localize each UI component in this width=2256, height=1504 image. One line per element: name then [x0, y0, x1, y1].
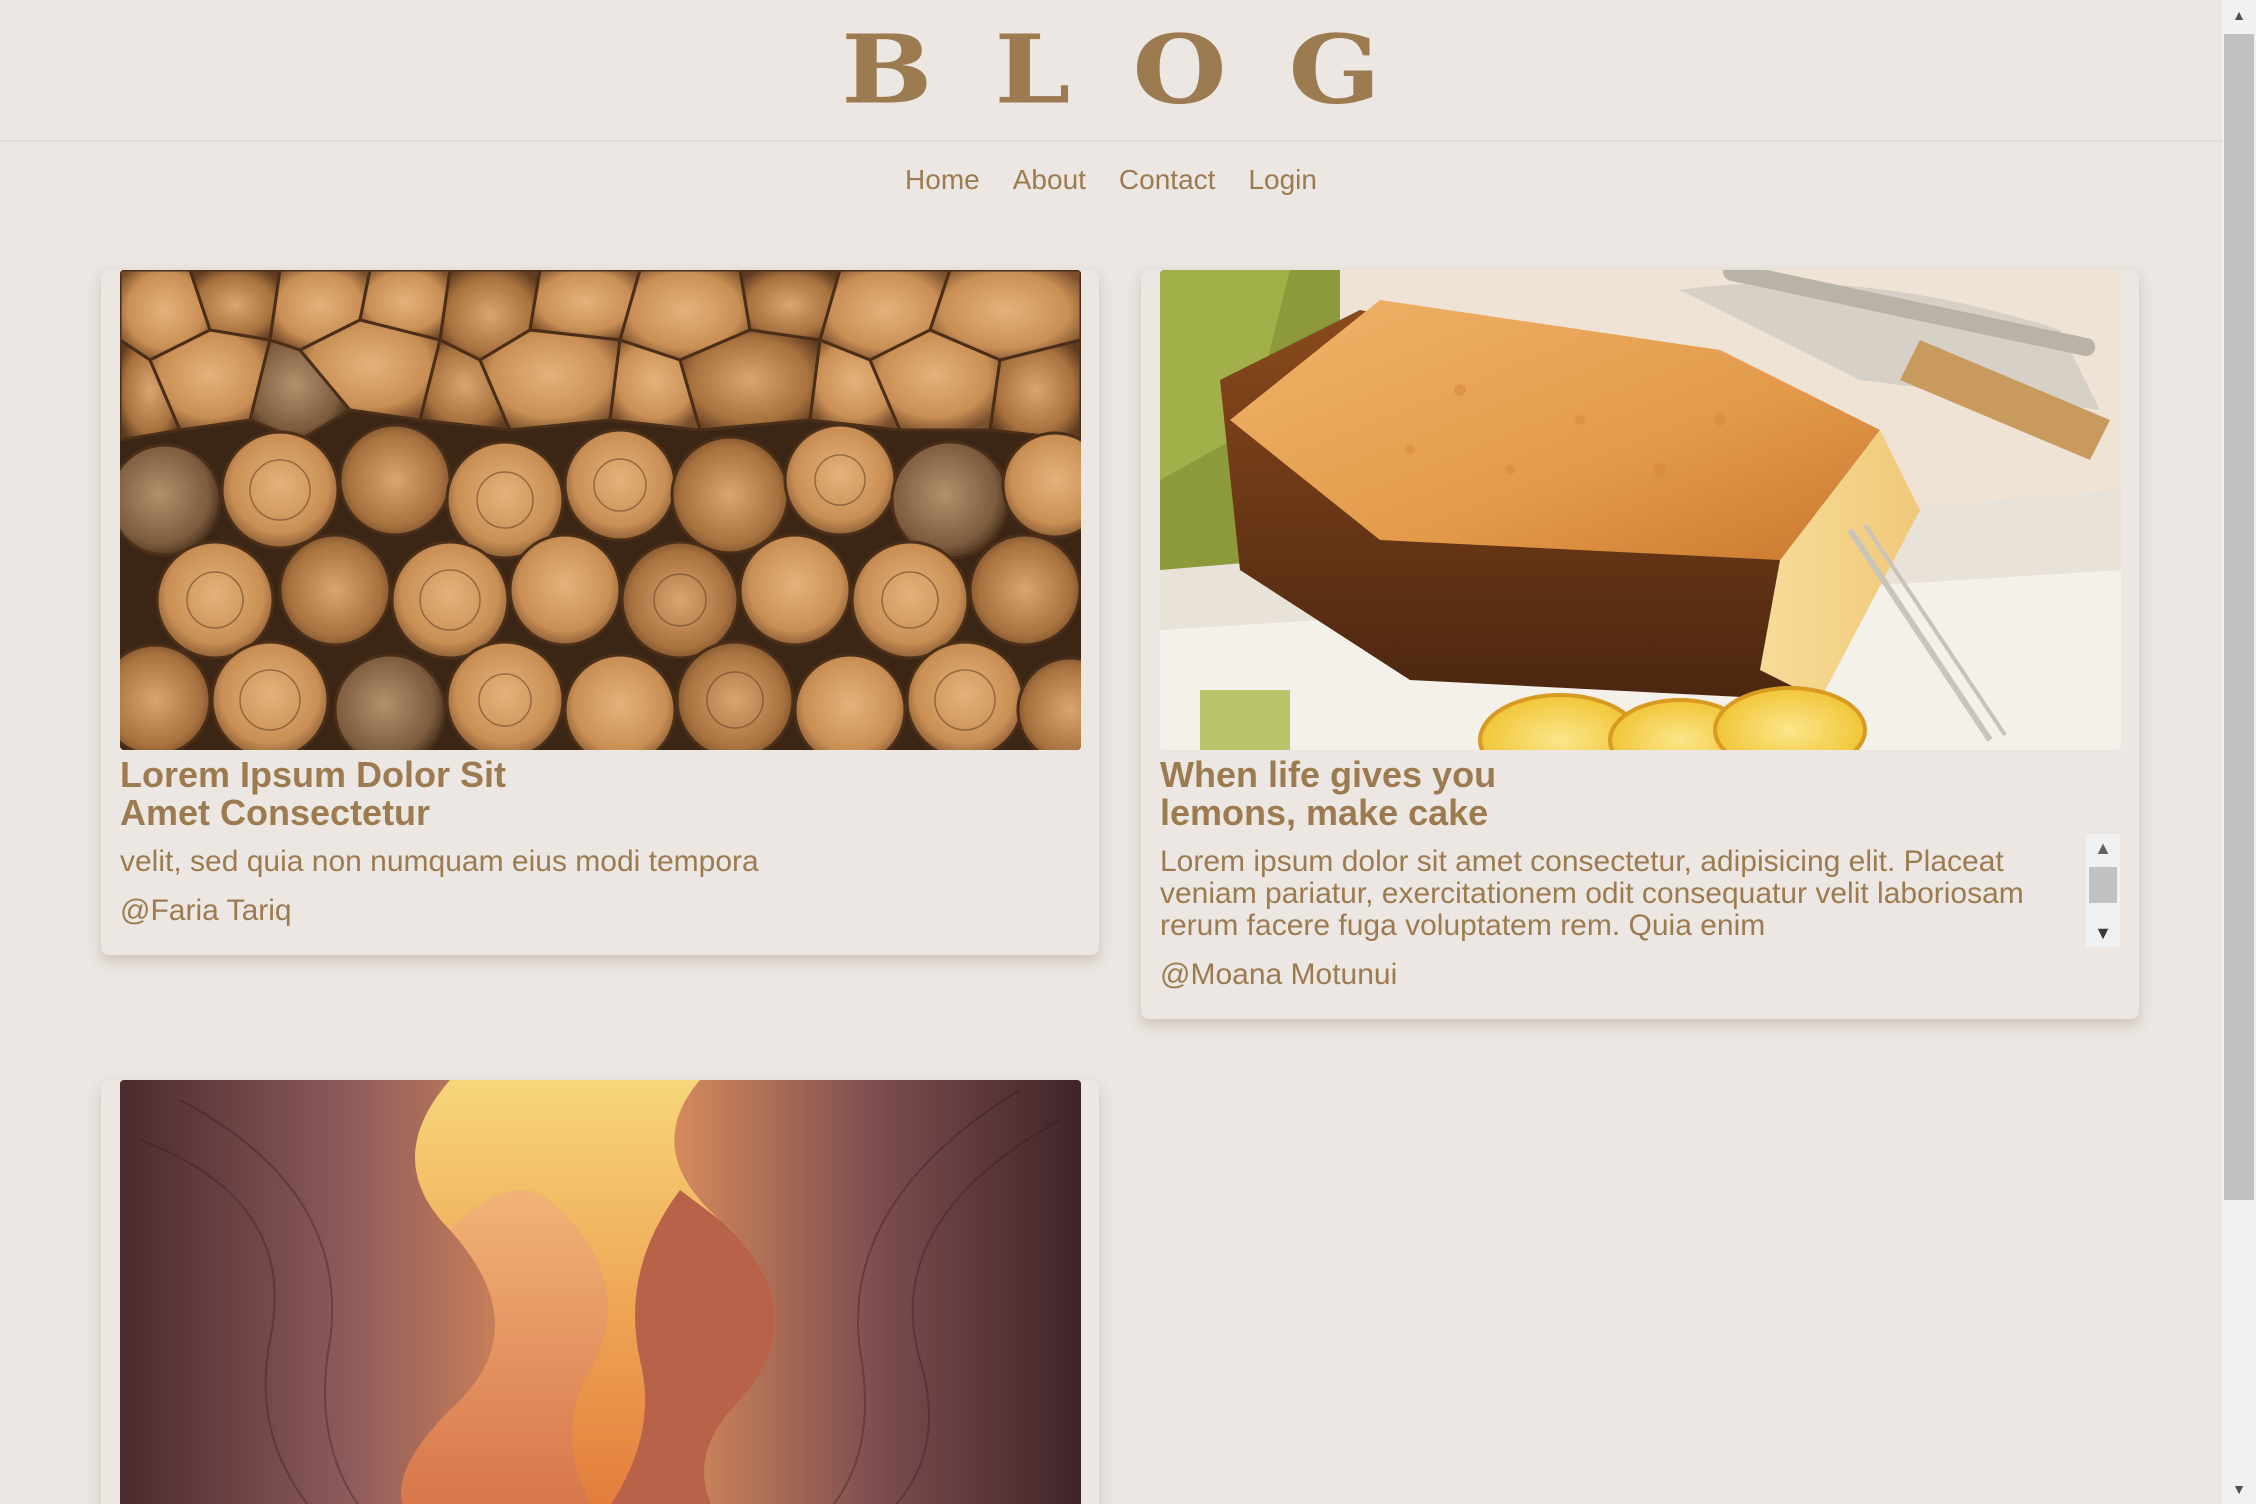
site-header: BLOG	[0, 0, 2222, 142]
nav-link-contact[interactable]: Contact	[1119, 162, 1216, 204]
nav-link-about[interactable]: About	[1013, 162, 1086, 204]
post-image-canyon[interactable]	[120, 1080, 1081, 1504]
post-card[interactable]: Lorem Ipsum Dolor Sit Amet Consectetur v…	[101, 270, 1099, 955]
post-excerpt: velit, sed quia non numquam eius modi te…	[120, 845, 759, 878]
main-nav: Home About Contact Login	[0, 162, 2222, 204]
excerpt-scrollbar[interactable]: ▲ ▼	[2086, 834, 2120, 947]
post-card[interactable]: When life gives you lemons, make cake Lo…	[1141, 270, 2139, 1019]
post-author[interactable]: @Faria Tariq	[120, 894, 292, 928]
scroll-down-icon[interactable]: ▼	[2222, 1474, 2256, 1504]
post-excerpt-container[interactable]: Lorem ipsum dolor sit amet consectetur, …	[1160, 834, 2120, 947]
scrollbar-thumb[interactable]	[2224, 34, 2254, 1200]
post-title[interactable]: When life gives you lemons, make cake	[1160, 756, 2060, 832]
scroll-up-icon[interactable]: ▲	[2222, 0, 2256, 30]
scroll-down-icon[interactable]: ▼	[2086, 919, 2120, 947]
page-scrollbar[interactable]: ▲ ▼	[2222, 0, 2256, 1504]
post-card[interactable]	[101, 1080, 1099, 1504]
scrollbar-thumb[interactable]	[2089, 867, 2117, 903]
post-excerpt: Lorem ipsum dolor sit amet consectetur, …	[1160, 845, 2024, 942]
nav-link-login[interactable]: Login	[1248, 162, 1317, 204]
site-logo[interactable]: BLOG	[779, 22, 1443, 117]
post-author[interactable]: @Moana Motunui	[1160, 958, 1397, 992]
nav-link-home[interactable]: Home	[905, 162, 980, 204]
post-image-firewood[interactable]	[120, 270, 1081, 750]
post-title[interactable]: Lorem Ipsum Dolor Sit Amet Consectetur	[120, 756, 1020, 832]
scroll-up-icon[interactable]: ▲	[2086, 834, 2120, 862]
post-image-lemon-cake[interactable]	[1160, 270, 2121, 750]
